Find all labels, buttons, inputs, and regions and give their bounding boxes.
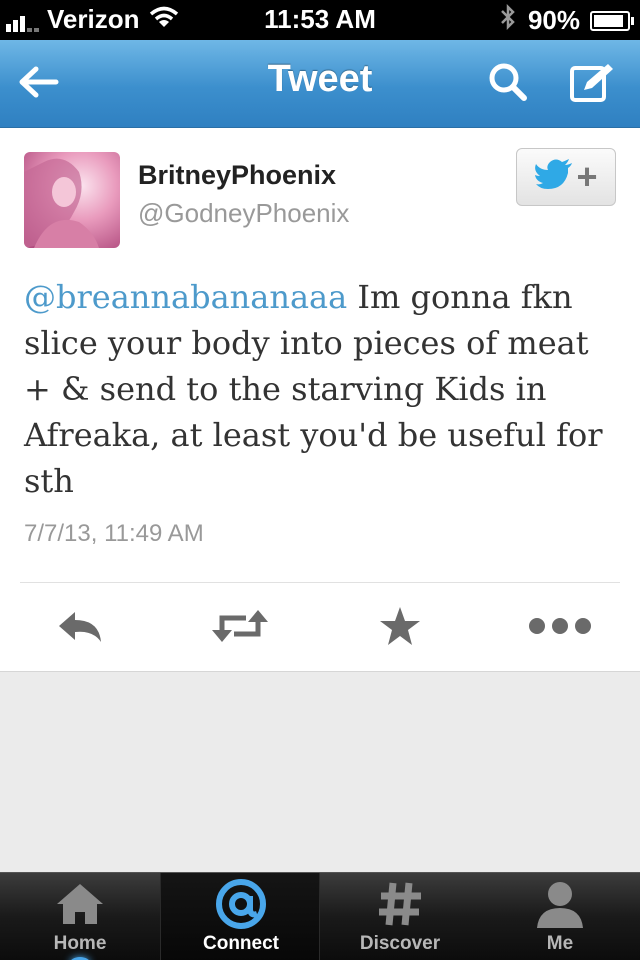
tab-label-discover: Discover <box>359 933 441 954</box>
tab-label-connect: Connect <box>203 933 279 954</box>
favorite-button[interactable] <box>370 602 430 654</box>
reply-button[interactable] <box>50 602 110 654</box>
search-button[interactable] <box>482 58 534 110</box>
page-title: Tweet <box>267 58 373 100</box>
tab-connect[interactable]: Connect <box>160 873 320 960</box>
follow-button[interactable]: + <box>516 148 616 206</box>
retweet-button[interactable] <box>210 602 270 654</box>
compose-button[interactable] <box>566 58 618 110</box>
status-bar: Verizon 11:53 AM 90% <box>0 0 640 40</box>
tweet-text: @breannabananaaa Im gonna fkn slice your… <box>24 274 620 504</box>
tab-label-home: Home <box>53 933 107 954</box>
bluetooth-icon <box>500 3 516 37</box>
retweet-icon <box>210 606 270 651</box>
home-icon <box>0 879 160 929</box>
tab-discover[interactable]: Discover <box>320 873 480 960</box>
user-handle[interactable]: @GodneyPhoenix <box>138 198 349 229</box>
battery-percent: 90% <box>527 5 580 35</box>
hashtag-icon <box>320 879 480 929</box>
person-icon <box>480 879 640 929</box>
more-dots-icon <box>529 616 591 641</box>
divider <box>20 582 620 583</box>
battery-icon <box>590 10 634 31</box>
plus-icon: + <box>576 156 598 197</box>
reply-icon <box>55 608 105 649</box>
tweet-timestamp: 7/7/13, 11:49 AM <box>24 520 204 547</box>
tweet-detail: BritneyPhoenix @GodneyPhoenix + @breanna… <box>0 128 640 672</box>
compose-icon <box>568 60 616 109</box>
mention-link[interactable]: @breannabananaaa <box>24 278 347 316</box>
search-icon <box>486 60 530 109</box>
favorite-star-icon <box>379 606 421 651</box>
tab-home[interactable]: Home <box>0 873 160 960</box>
tab-me[interactable]: Me <box>480 873 640 960</box>
battery-fill <box>594 14 623 27</box>
tab-bar: Home Connect Discover Me <box>0 872 640 960</box>
at-icon <box>161 879 321 929</box>
tab-label-me: Me <box>546 933 574 954</box>
display-name[interactable]: BritneyPhoenix <box>138 160 336 191</box>
more-button[interactable] <box>529 602 591 654</box>
avatar[interactable] <box>24 152 120 248</box>
twitter-bird-icon <box>534 158 574 196</box>
status-right: 90% <box>500 3 634 37</box>
nav-bar: Tweet <box>0 40 640 128</box>
